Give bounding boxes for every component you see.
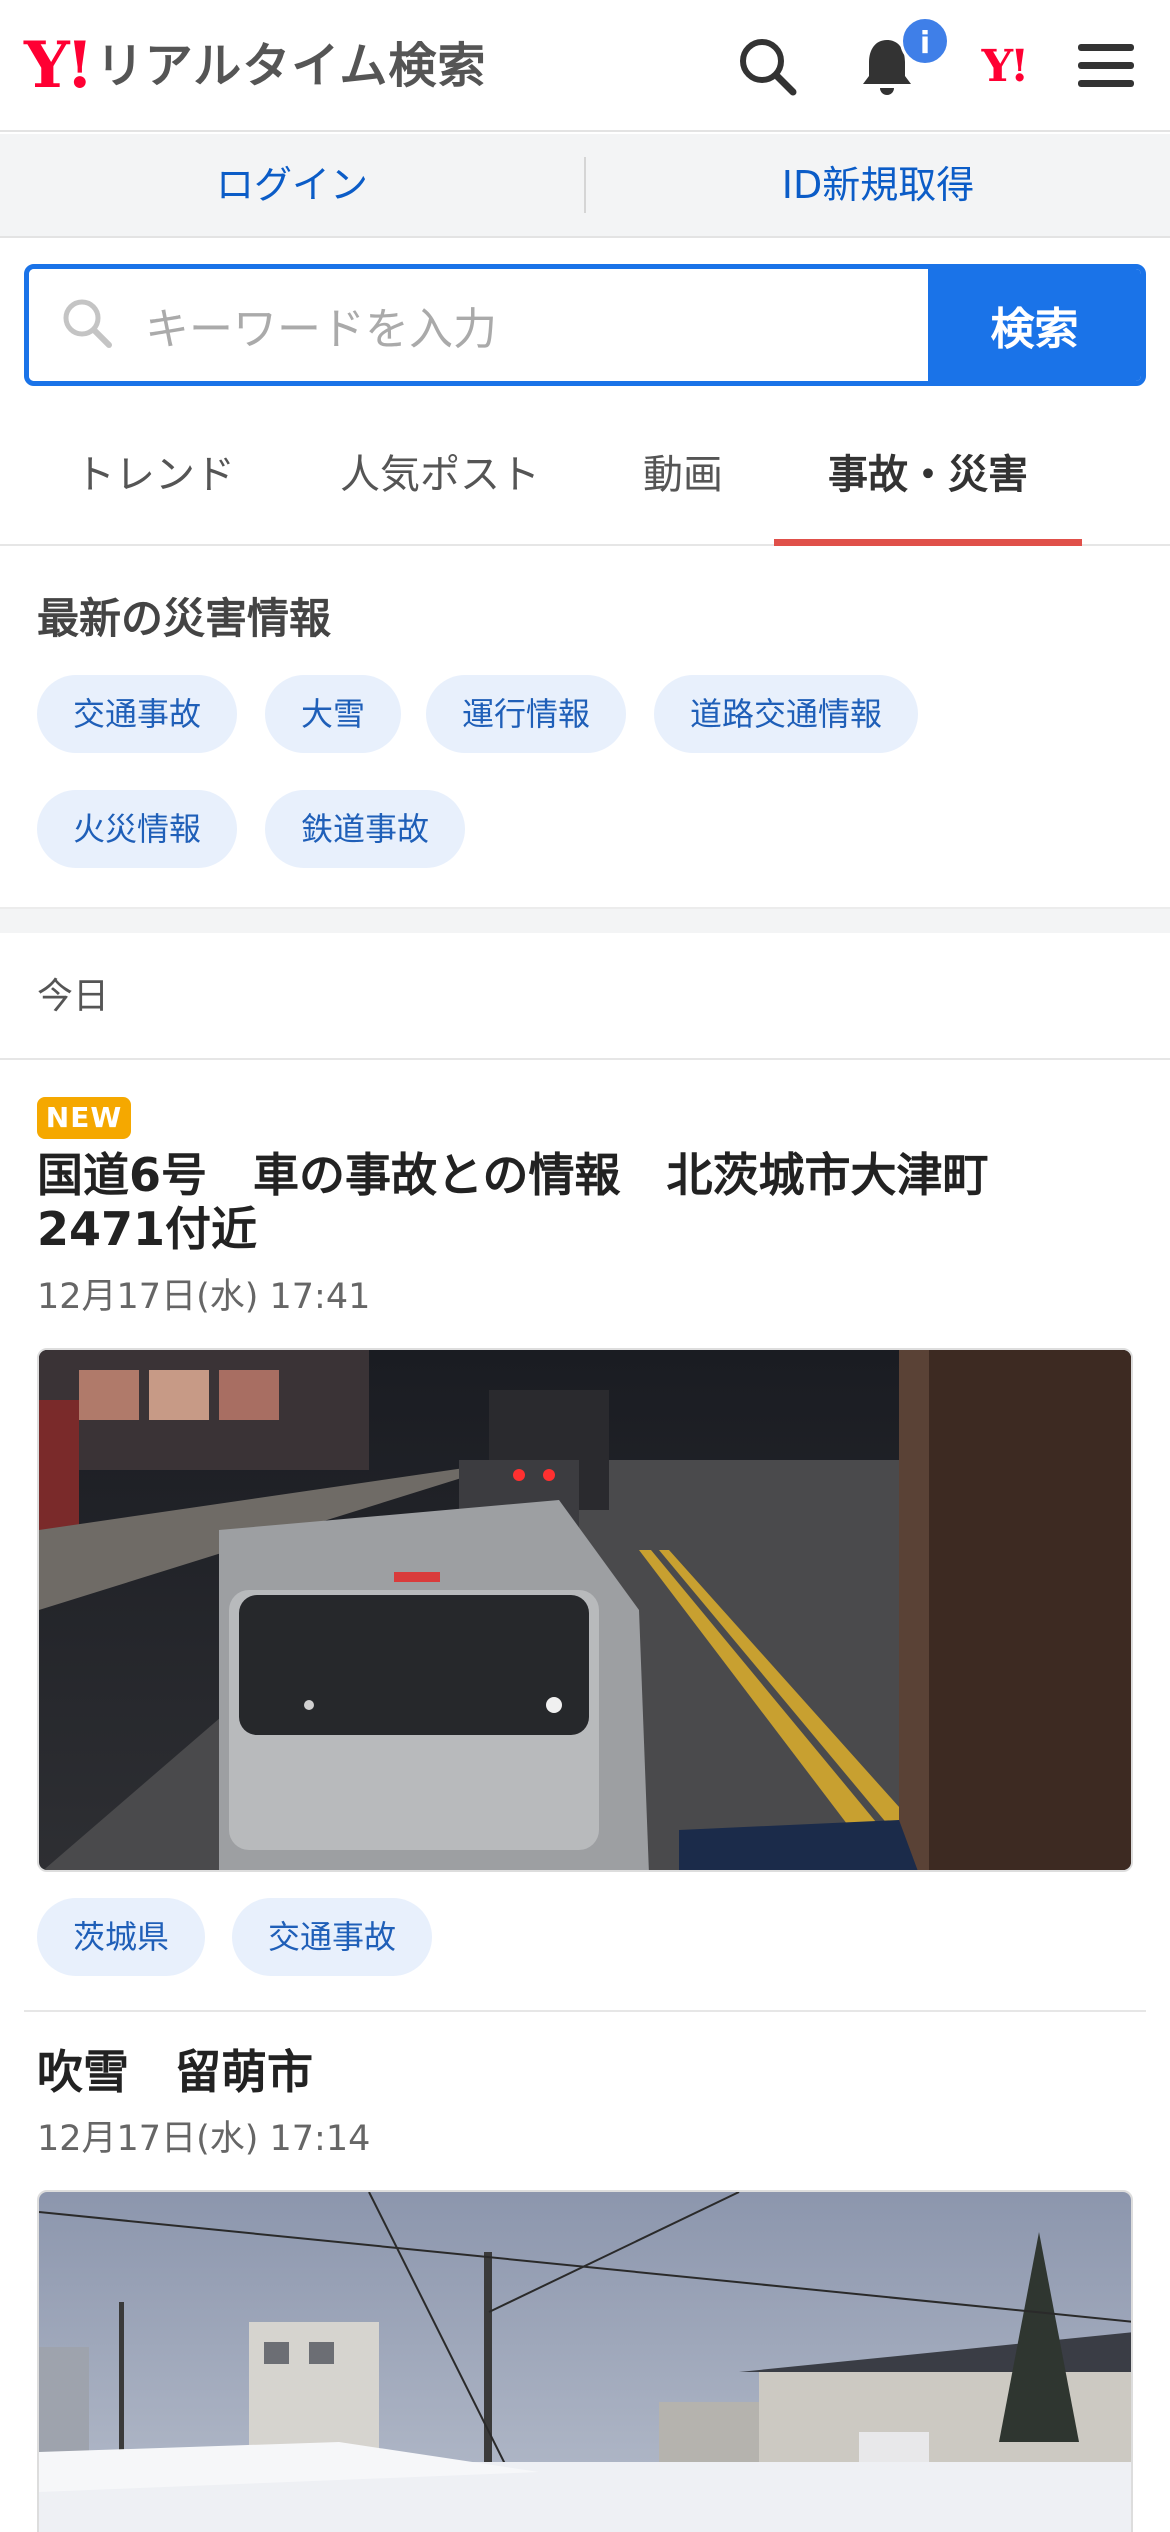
search-placeholder: キーワードを入力	[145, 304, 497, 355]
tag-ibaraki[interactable]: 茨城県	[37, 1898, 206, 1976]
section-separator	[0, 907, 1170, 933]
chip-rail-accident[interactable]: 鉄道事故	[265, 790, 466, 868]
login-link[interactable]: ログイン	[0, 133, 584, 237]
article-image-traffic[interactable]	[37, 1348, 1133, 1872]
search-icon[interactable]	[725, 24, 809, 108]
section-title: 最新の災害情報	[37, 594, 332, 643]
register-link[interactable]: ID新規取得	[586, 133, 1170, 237]
tab-trend[interactable]: トレンド	[40, 410, 270, 546]
article-date: 12月17日(水) 17:14	[37, 2119, 371, 2159]
chip-fire[interactable]: 火災情報	[37, 790, 238, 868]
article-title[interactable]: 吹雪 留萌市	[37, 2045, 1137, 2099]
notification-badge: i	[900, 16, 950, 66]
login-bar: ログイン ID新規取得	[0, 134, 1170, 238]
yahoo-mark: Y!	[981, 40, 1030, 92]
article-title-line: 2471付近	[37, 1202, 258, 1256]
search-button[interactable]: 検索	[928, 269, 1141, 381]
tab-accidents-disasters[interactable]: 事故・災害	[774, 410, 1082, 546]
tab-videos[interactable]: 動画	[620, 410, 746, 546]
article-image-snowstorm[interactable]	[37, 2190, 1133, 2532]
article-date: 12月17日(水) 17:41	[37, 1277, 371, 1317]
chip-traffic-accident[interactable]: 交通事故	[37, 675, 238, 753]
yahoo-realtime-logo[interactable]: Y! リアルタイム検索	[24, 30, 486, 102]
logo-mark: Y!	[24, 28, 94, 103]
tag-traffic-accident[interactable]: 交通事故	[232, 1898, 433, 1976]
day-label: 今日	[37, 976, 110, 1017]
new-badge: NEW	[37, 1097, 131, 1139]
article-title-line: 国道6号 車の事故との情報 北茨城市大津町	[37, 1148, 989, 1202]
divider	[0, 1058, 1170, 1060]
search-box: キーワードを入力 検索	[24, 264, 1146, 386]
article-title[interactable]: 国道6号 車の事故との情報 北茨城市大津町 2471付近	[37, 1148, 1137, 1256]
menu-icon[interactable]	[1064, 24, 1148, 108]
category-tabs: トレンド 人気ポスト 動画 事故・災害	[0, 410, 1170, 546]
search-field-icon	[59, 295, 115, 355]
chip-heavy-snow[interactable]: 大雪	[265, 675, 402, 753]
yahoo-japan-icon[interactable]: Y!	[962, 24, 1046, 108]
logo-text: リアルタイム検索	[95, 38, 487, 94]
tab-popular-posts[interactable]: 人気ポスト	[318, 410, 562, 546]
chip-road-traffic[interactable]: 道路交通情報	[654, 675, 919, 753]
article-divider	[24, 2010, 1146, 2012]
chip-service-info[interactable]: 運行情報	[426, 675, 627, 753]
search-input[interactable]: キーワードを入力	[29, 269, 928, 381]
app-header: Y! リアルタイム検索 i Y!	[0, 0, 1170, 132]
